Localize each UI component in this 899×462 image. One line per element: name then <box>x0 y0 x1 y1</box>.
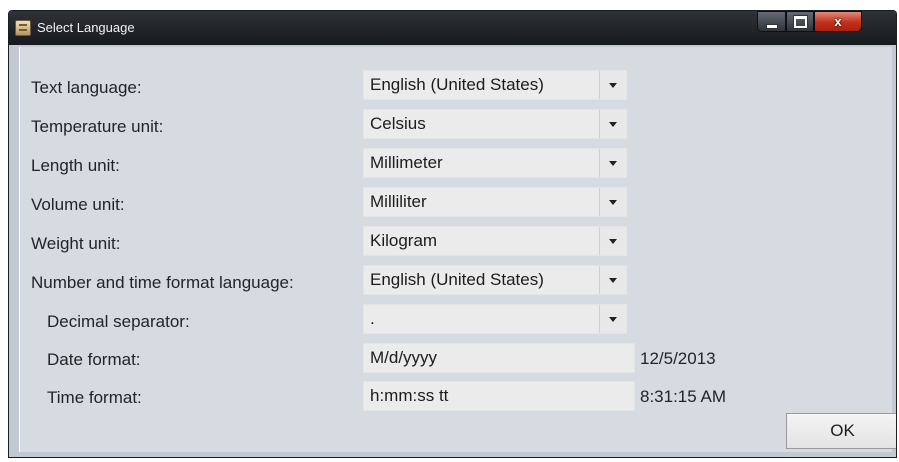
close-icon: x <box>834 14 842 29</box>
label-length-unit: Length unit: <box>31 156 120 175</box>
volume-unit-value: Milliliter <box>370 192 427 211</box>
label-date-format: Date format: <box>47 350 141 369</box>
date-format-preview: 12/5/2013 <box>640 349 716 368</box>
label-temperature-unit: Temperature unit: <box>31 117 164 136</box>
label-volume-unit: Volume unit: <box>31 195 125 214</box>
minimize-icon <box>765 24 778 29</box>
time-format-preview: 8:31:15 AM <box>640 387 727 406</box>
window-title: Select Language <box>37 20 135 35</box>
weight-unit-value: Kilogram <box>370 231 438 250</box>
close-button[interactable]: x <box>814 11 862 32</box>
label-time-format: Time format: <box>47 388 142 407</box>
number-time-format-language-value: English (United States) <box>370 270 544 289</box>
date-format-value: M/d/yyyy <box>370 348 438 367</box>
length-unit-value: Millimeter <box>370 153 443 172</box>
time-format-input[interactable]: h:mm:ss tt <box>363 381 635 411</box>
temperature-unit-value: Celsius <box>370 114 426 133</box>
chevron-down-icon[interactable] <box>599 71 626 99</box>
chevron-down-icon[interactable] <box>599 266 626 294</box>
ok-button[interactable]: OK <box>786 413 896 449</box>
select-language-window: Select Language x Text language: English… <box>8 10 897 458</box>
weight-unit-dropdown[interactable]: Kilogram <box>363 226 627 256</box>
chevron-down-icon[interactable] <box>599 188 626 216</box>
date-format-input[interactable]: M/d/yyyy <box>363 343 635 373</box>
maximize-button[interactable] <box>786 11 814 32</box>
text-language-value: English (United States) <box>370 75 544 94</box>
chevron-down-icon[interactable] <box>599 110 626 138</box>
number-time-format-language-dropdown[interactable]: English (United States) <box>363 265 627 295</box>
minimize-button[interactable] <box>757 11 786 32</box>
time-format-value: h:mm:ss tt <box>370 386 449 405</box>
label-number-time-format-language: Number and time format language: <box>31 273 294 292</box>
chevron-down-icon[interactable] <box>599 305 626 333</box>
text-language-dropdown[interactable]: English (United States) <box>363 70 627 100</box>
dialog-content: Text language: English (United States) T… <box>19 47 896 452</box>
title-bar[interactable]: Select Language x <box>9 11 896 45</box>
chevron-down-icon[interactable] <box>599 149 626 177</box>
volume-unit-dropdown[interactable]: Milliliter <box>363 187 627 217</box>
decimal-separator-value: . <box>370 309 375 328</box>
length-unit-dropdown[interactable]: Millimeter <box>363 148 627 178</box>
decimal-separator-dropdown[interactable]: . <box>363 304 627 334</box>
label-weight-unit: Weight unit: <box>31 234 121 253</box>
maximize-icon <box>793 16 807 28</box>
app-icon <box>15 20 31 36</box>
temperature-unit-dropdown[interactable]: Celsius <box>363 109 627 139</box>
label-decimal-separator: Decimal separator: <box>47 312 190 331</box>
label-text-language: Text language: <box>31 78 142 97</box>
chevron-down-icon[interactable] <box>599 227 626 255</box>
